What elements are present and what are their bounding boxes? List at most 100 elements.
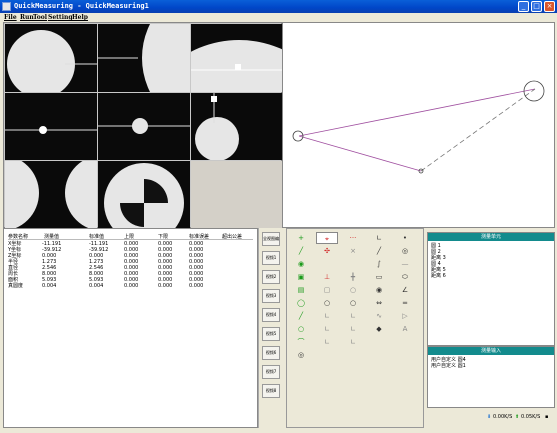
view-button-5[interactable]: 视频5 [262, 327, 280, 341]
angle5-icon[interactable]: ∟ [316, 323, 338, 335]
view-button-2[interactable]: 视频2 [262, 270, 280, 284]
camera-view-5[interactable] [98, 93, 190, 160]
app-icon [2, 2, 11, 11]
results-table: 参数名称 测量值 标准值 上限 下限 标准误差 超出公差 X坐标 -11.191-… [3, 228, 258, 428]
dots-icon[interactable]: ··· [342, 232, 364, 244]
camera-view-empty [191, 161, 282, 228]
menu-tool[interactable]: Tool [33, 14, 47, 21]
tool-palette: + ⌖ ··· ∟ • ╱ ✣ × ╱ ◎ ◉ ∫ — ▣ ⊥ ╋ ▭ ⬭ ▤ ▢ ○ ◉ ∠ ◯ ○ ○ ⇔ ═ ╱ ∟ ∟ ∿ ▷ ○ ∟ ∟ ◆ A… [286, 228, 424, 428]
camera-view-8[interactable] [98, 161, 190, 228]
letter-icon[interactable]: A [394, 323, 416, 335]
slash-icon[interactable]: ╱ [368, 245, 390, 257]
camera-view-6[interactable] [191, 93, 282, 160]
ghost-circle-icon[interactable]: ○ [342, 284, 364, 296]
diag-icon[interactable]: ╱ [290, 310, 312, 322]
wave-icon[interactable]: ∿ [368, 310, 390, 322]
perp-icon[interactable]: ⊥ [316, 271, 338, 283]
blank-icon[interactable] [368, 336, 390, 348]
minimize-button[interactable]: _ [518, 1, 529, 12]
camera-view-grid [3, 22, 282, 228]
measurement-input-item[interactable]: 用户自定义 圆1 [431, 363, 466, 369]
target-icon[interactable]: ◉ [290, 258, 312, 270]
view-button-4[interactable]: 视频4 [262, 308, 280, 322]
measurement-unit-panel: 测量单元 圆 1圆 2 距离 3圆 4 距离 5 距离 6 [427, 232, 555, 346]
camera-view-4[interactable] [5, 93, 97, 160]
angle-icon[interactable]: ∟ [368, 232, 390, 244]
measurement-unit-title: 测量单元 [428, 233, 554, 241]
rect-icon[interactable]: ▭ [368, 271, 390, 283]
row-param-name: 真圆度 [8, 283, 24, 289]
ghost-square-icon[interactable]: ▢ [316, 284, 338, 296]
download-speed: 0.00K/S [493, 414, 513, 420]
angle4-icon[interactable]: ∟ [342, 310, 364, 322]
blank-icon[interactable] [394, 336, 416, 348]
angle6-icon[interactable]: ∟ [342, 323, 364, 335]
view-button-3[interactable]: 视频3 [262, 289, 280, 303]
measurement-input-title: 测量输入 [428, 347, 554, 355]
plus-icon[interactable]: + [290, 232, 312, 244]
table-cell: 0.004 [42, 283, 57, 289]
view-button-7[interactable]: 视频7 [262, 365, 280, 379]
menu-setting[interactable]: Setting [48, 14, 73, 21]
point-icon[interactable]: • [394, 232, 416, 244]
tray-icon: ▪ [545, 414, 549, 420]
blank-icon[interactable] [316, 258, 338, 270]
table-cell: 0.000 [124, 283, 139, 289]
view-button-1[interactable]: 视频1 [262, 251, 280, 265]
view-selector: 全视图编辑视频1 视频2 视频3 视频4 视频5 视频6 视频7 视频8 [258, 228, 282, 428]
header-divider [8, 239, 253, 240]
upload-arrow-icon: ⬆ [515, 414, 520, 420]
download-arrow-icon: ⬇ [487, 414, 492, 420]
drawing-canvas[interactable] [282, 22, 555, 228]
blank-icon[interactable] [342, 258, 364, 270]
small-circle-icon[interactable]: ○ [342, 297, 364, 309]
gear-icon[interactable]: ◎ [290, 349, 312, 361]
equal-icon[interactable]: ═ [394, 297, 416, 309]
angle2-icon[interactable]: ∠ [394, 284, 416, 296]
ring2-icon[interactable]: ○ [290, 323, 312, 335]
measurement-unit-item[interactable]: 距离 6 [431, 273, 446, 279]
menu-help[interactable]: Help [72, 14, 88, 21]
table-cell: 0.004 [89, 283, 104, 289]
camera-view-7[interactable] [5, 161, 97, 228]
curve-icon[interactable]: ∫ [368, 258, 390, 270]
status-bar: ⬇ 0.00K/S ⬆ 0.05K/S ▪ [427, 412, 555, 422]
cross-icon[interactable]: ╋ [342, 271, 364, 283]
angle3-icon[interactable]: ∟ [316, 310, 338, 322]
circle-icon[interactable]: ◯ [290, 297, 312, 309]
table-cell: 0.000 [158, 283, 173, 289]
tag-icon[interactable]: ▷ [394, 310, 416, 322]
window-title: QuickMeasuring - QuickMeasuring1 [14, 2, 149, 10]
x-icon[interactable]: × [342, 245, 364, 257]
eraser-icon[interactable]: ◆ [368, 323, 390, 335]
line-icon[interactable]: ╱ [290, 245, 312, 257]
ring-icon[interactable]: ◎ [394, 245, 416, 257]
upload-speed: 0.05K/S [521, 414, 541, 420]
angle8-icon[interactable]: ∟ [342, 336, 364, 348]
ellipse-icon[interactable]: ⬭ [394, 271, 416, 283]
close-button[interactable]: × [544, 1, 555, 12]
small-circle-icon[interactable]: ○ [316, 297, 338, 309]
square-icon[interactable]: ▣ [290, 271, 312, 283]
dash-icon[interactable]: — [394, 258, 416, 270]
view-button-8[interactable]: 视频8 [262, 384, 280, 398]
circle-fit-icon[interactable]: ✣ [316, 245, 338, 257]
menu-run[interactable]: Run [20, 14, 34, 21]
title-bar[interactable]: QuickMeasuring - QuickMeasuring1 _ □ × [0, 0, 557, 13]
bullseye-icon[interactable]: ◉ [368, 284, 390, 296]
crosshair-icon[interactable]: ⌖ [316, 232, 338, 244]
view-button-6[interactable]: 视频6 [262, 346, 280, 360]
camera-view-3[interactable] [191, 24, 282, 92]
table-cell: 0.000 [189, 283, 204, 289]
menu-file[interactable]: File [4, 14, 17, 21]
arc-icon[interactable]: ⌒ [290, 336, 312, 348]
view-button-0[interactable]: 全视图编辑 [262, 232, 280, 246]
camera-view-1[interactable] [5, 24, 97, 92]
measurement-input-panel: 测量输入 用户自定义 圆4 用户自定义 圆1 [427, 346, 555, 408]
camera-view-2[interactable] [98, 24, 190, 92]
box-icon[interactable]: ▤ [290, 284, 312, 296]
angle7-icon[interactable]: ∟ [316, 336, 338, 348]
distance-icon[interactable]: ⇔ [368, 297, 390, 309]
maximize-button[interactable]: □ [531, 1, 542, 12]
menu-bar: File Run Tool Setting Help [0, 13, 557, 22]
